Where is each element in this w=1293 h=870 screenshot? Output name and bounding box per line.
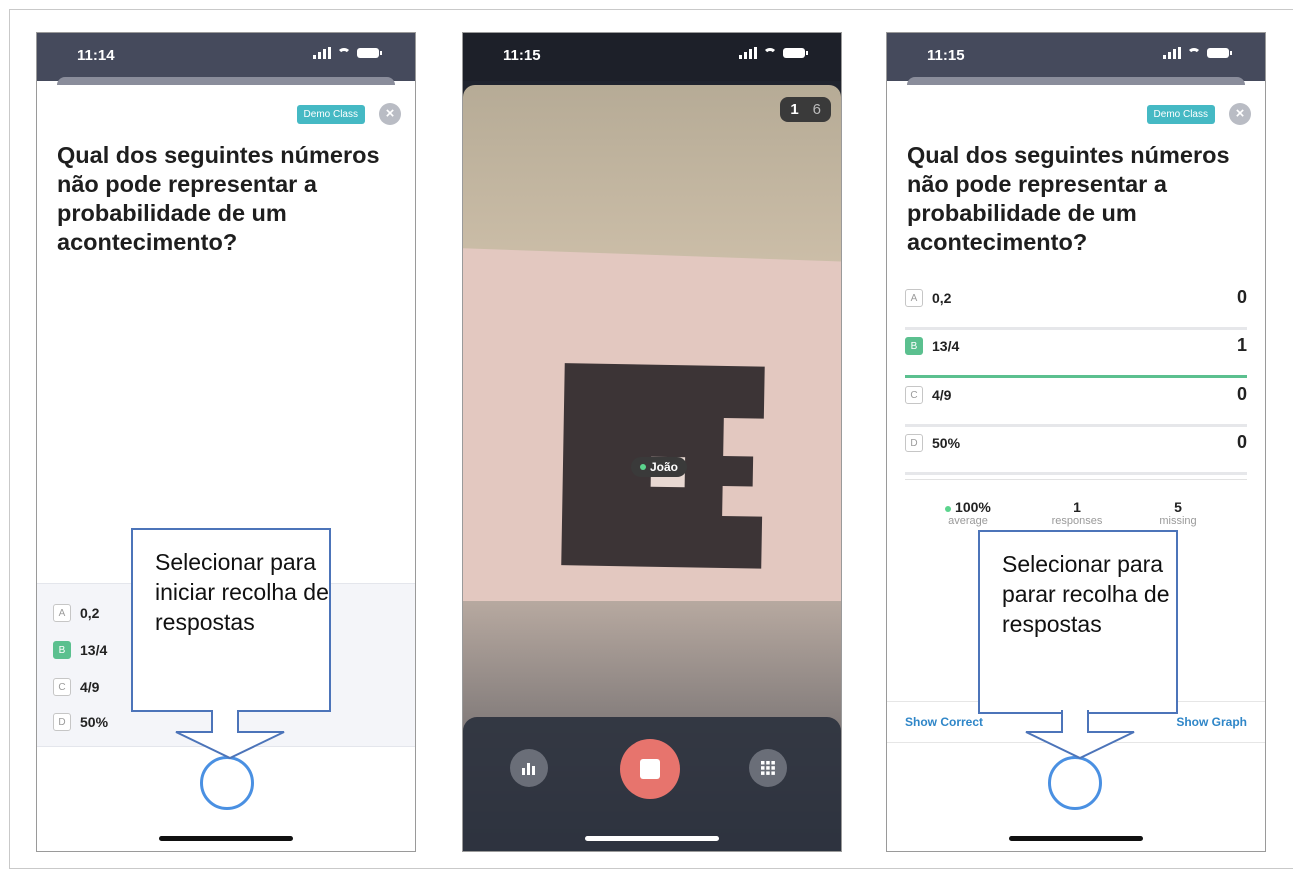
status-time: 11:15 [503,47,541,64]
signal-icon [313,47,331,59]
stat-value: 100% [955,499,991,515]
result-row-a: A 0,2 0 [905,287,1247,330]
callout-start-pointer [175,710,285,760]
stop-icon [640,759,660,779]
stats-divider [905,479,1247,480]
stat-label: missing [1159,515,1197,527]
close-icon[interactable]: × [1229,103,1251,125]
stat-label: responses [1051,515,1103,527]
phone-screen-camera: 11:15 1 6 João [462,32,842,852]
status-dot-icon [640,464,646,470]
home-indicator [585,836,719,841]
option-b: B 13/4 [53,641,107,659]
stop-button[interactable] [620,739,680,799]
stat-responses: 1 responses [1032,499,1122,527]
option-letter: A [905,289,923,307]
question-text: Qual dos seguintes números não pode repr… [907,142,1230,255]
option-letter: C [905,386,923,404]
option-a: A 0,2 [53,604,99,622]
option-count: 0 [1236,432,1247,452]
stat-value: 5 [1174,499,1182,515]
option-letter: D [53,713,71,731]
chart-icon[interactable] [510,749,548,787]
class-tag[interactable]: Demo Class [1146,105,1215,124]
stop-scan-button[interactable] [1048,756,1102,810]
answered-count: 1 [790,101,799,118]
option-d: D 50% [53,713,108,731]
option-letter: D [905,434,923,452]
signal-icon [1163,47,1181,59]
option-count: 0 [1236,287,1247,307]
option-text: 13/4 [80,642,108,658]
wifi-icon [1187,48,1201,58]
option-text: 0,2 [932,290,952,306]
stat-value: 1 [1073,499,1081,515]
battery-icon [783,48,808,58]
option-count: 0 [1236,384,1247,404]
status-dot-icon [945,506,952,512]
option-letter: B [53,641,71,659]
show-graph-link[interactable]: Show Graph [1176,715,1247,729]
scan-counter: 1 6 [780,97,831,122]
result-row-c: C 4/9 0 [905,384,1247,427]
callout-stop-pointer [1025,710,1135,760]
status-time: 11:14 [77,47,115,64]
status-bar: 11:15 [887,33,1265,81]
student-name: João [650,460,679,474]
total-count: 6 [812,101,821,118]
grid-icon[interactable] [749,749,787,787]
option-text: 0,2 [80,605,100,621]
close-icon[interactable]: × [379,103,401,125]
option-text: 4/9 [932,387,952,403]
student-label: João [631,457,688,477]
status-bar: 11:14 [37,33,415,81]
option-text: 13/4 [932,338,960,354]
show-correct-link[interactable]: Show Correct [905,715,983,729]
option-c: C 4/9 [53,678,99,696]
option-text: 50% [80,714,109,730]
class-tag[interactable]: Demo Class [296,105,365,124]
result-row-d: D 50% 0 [905,432,1247,475]
option-letter: A [53,604,71,622]
wifi-icon [337,48,351,58]
camera-controls [463,717,841,851]
option-text: 4/9 [80,679,100,695]
option-letter: C [53,678,71,696]
stat-average: 100% average [923,499,1013,527]
status-time: 11:15 [927,47,965,64]
home-indicator [159,836,293,841]
home-indicator [1009,836,1143,841]
result-row-b: B 13/4 1 [905,335,1247,378]
signal-icon [739,47,757,59]
battery-icon [1207,48,1232,58]
callout-stop: Selecionar para parar recolha de respost… [978,530,1178,714]
question-text: Qual dos seguintes números não pode repr… [57,142,380,255]
option-count: 1 [1236,335,1247,355]
status-bar: 11:15 [463,33,841,81]
camera-viewfinder: 1 6 João [463,85,841,851]
stat-label: average [948,515,988,527]
battery-icon [357,48,382,58]
callout-start: Selecionar para iniciar recolha de respo… [131,528,331,712]
stat-missing: 5 missing [1133,499,1223,527]
option-letter: B [905,337,923,355]
wifi-icon [763,48,777,58]
start-scan-button[interactable] [200,756,254,810]
option-text: 50% [932,435,961,451]
